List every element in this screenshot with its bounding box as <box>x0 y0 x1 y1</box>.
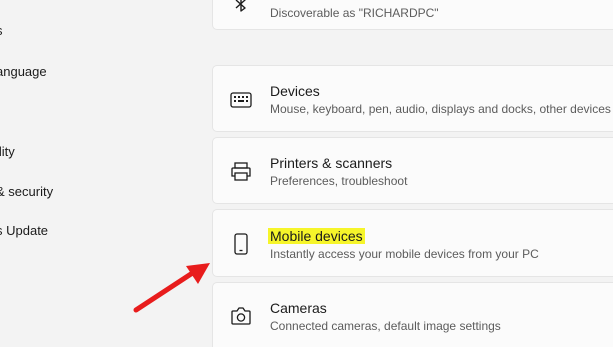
devices-card[interactable]: Devices Mouse, keyboard, pen, audio, dis… <box>212 65 613 132</box>
mobile-devices-highlight: Mobile devices <box>268 228 365 244</box>
mobile-devices-card[interactable]: Mobile devices Instantly access your mob… <box>212 209 613 277</box>
mobile-devices-description: Instantly access your mobile devices fro… <box>270 247 539 261</box>
devices-description: Mouse, keyboard, pen, audio, displays an… <box>270 102 611 116</box>
cameras-description: Connected cameras, default image setting… <box>270 319 501 333</box>
nav-item-accessibility[interactable]: ility <box>0 144 15 159</box>
camera-icon <box>230 305 252 327</box>
cameras-title: Cameras <box>270 300 327 316</box>
bluetooth-icon <box>230 0 252 15</box>
red-arrow-icon <box>133 263 210 313</box>
phone-icon <box>230 233 252 255</box>
nav-item-time-language[interactable]: anguage <box>0 64 47 79</box>
mobile-devices-title: Mobile devices <box>268 228 365 244</box>
bluetooth-description: Discoverable as "RICHARDPC" <box>270 6 439 20</box>
devices-title: Devices <box>270 83 320 99</box>
nav-item-privacy-security[interactable]: & security <box>0 184 53 199</box>
settings-page: s anguage ility & security s Update Disc… <box>0 0 613 347</box>
cameras-card[interactable]: Cameras Connected cameras, default image… <box>212 282 613 347</box>
printers-description: Preferences, troubleshoot <box>270 174 408 188</box>
printers-title: Printers & scanners <box>270 155 393 171</box>
keyboard-device-icon <box>230 89 252 111</box>
printers-scanners-card[interactable]: Printers & scanners Preferences, trouble… <box>212 137 613 204</box>
nav-item-1[interactable]: s <box>0 23 3 38</box>
printer-icon <box>230 161 252 183</box>
bluetooth-card[interactable]: Discoverable as "RICHARDPC" <box>212 0 613 30</box>
nav-item-windows-update[interactable]: s Update <box>0 223 48 238</box>
